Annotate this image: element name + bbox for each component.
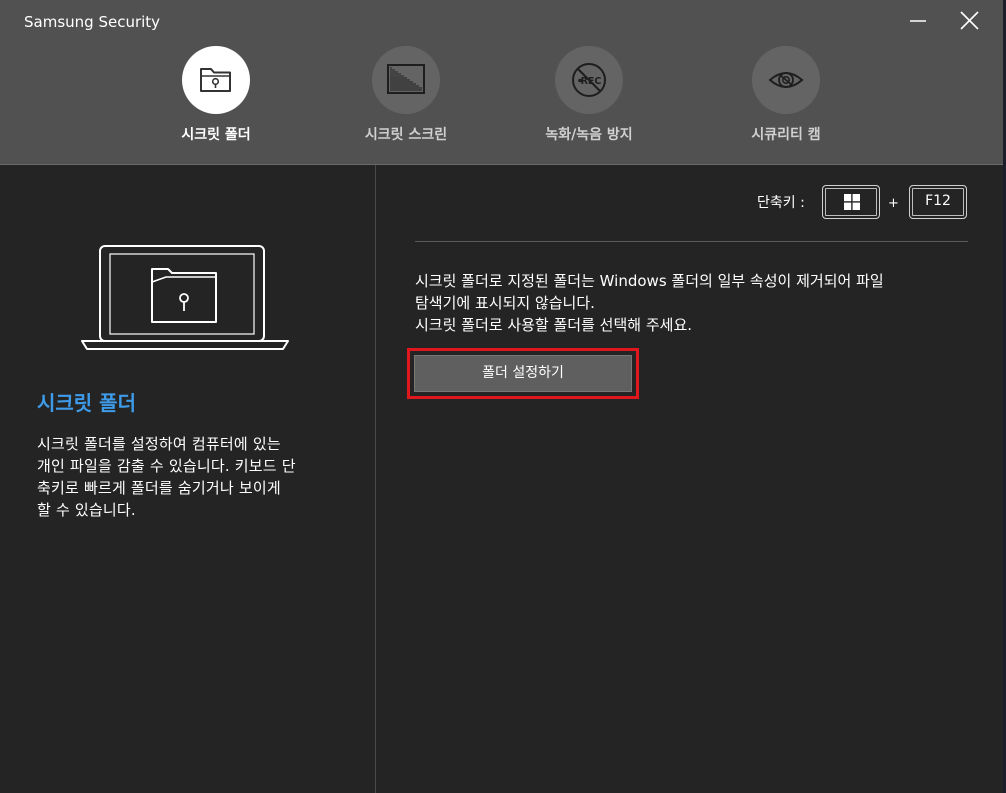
- minimize-icon: [910, 20, 926, 22]
- tab-secret-screen[interactable]: 시크릿 스크린: [326, 46, 486, 156]
- plus-sign: +: [888, 196, 899, 211]
- folder-setup-button[interactable]: 폴더 설정하기: [414, 355, 632, 392]
- tab-security-cam[interactable]: 시큐리티 캠: [706, 46, 866, 156]
- vertical-divider: [375, 165, 376, 793]
- tab-label: 시크릿 스크린: [364, 127, 448, 143]
- no-rec-icon: REC: [572, 63, 606, 97]
- feature-title: 시크릿 폴더: [37, 391, 136, 415]
- f12-key-button[interactable]: F12: [909, 185, 967, 219]
- laptop-folder-lock-icon: [81, 245, 289, 350]
- tab-icon-circle: REC: [555, 46, 623, 114]
- horizontal-divider: [415, 241, 968, 242]
- shortcut-label: 단축키 :: [757, 195, 805, 211]
- description-line: 시크릿 폴더를 설정하여 컴퓨터에 있는: [37, 435, 281, 453]
- tab-label: 녹화/녹음 방지: [545, 127, 633, 143]
- close-icon: [960, 11, 979, 30]
- tab-label: 시크릿 폴더: [181, 127, 251, 143]
- samsung-security-window: Samsung Security 시크릿 폴더 시크릿 스크린 REC 녹화/녹…: [0, 0, 1006, 793]
- description-line: 개인 파일을 감출 수 있습니다. 키보드 단: [37, 457, 296, 475]
- info-text: 시크릿 폴더로 지정된 폴더는 Windows 폴더의 일부 속성이 제거되어 …: [415, 270, 975, 336]
- windows-logo-icon: [844, 194, 860, 210]
- tab-icon-circle: [752, 46, 820, 114]
- minimize-button[interactable]: [902, 6, 936, 36]
- info-line: 탐색기에 표시되지 않습니다.: [415, 294, 595, 312]
- tab-secret-folder[interactable]: 시크릿 폴더: [136, 46, 296, 156]
- screen-icon: [387, 64, 425, 94]
- app-title: Samsung Security: [24, 13, 161, 31]
- close-button[interactable]: [953, 6, 987, 36]
- svg-text:REC: REC: [581, 76, 602, 87]
- eye-icon: [768, 72, 804, 88]
- tab-label: 시큐리티 캠: [751, 127, 821, 143]
- tab-icon-circle: [182, 46, 250, 114]
- info-line: 시크릿 폴더로 사용할 폴더를 선택해 주세요.: [415, 316, 693, 334]
- description-line: 축키로 빠르게 폴더를 숨기거나 보이게: [37, 479, 281, 497]
- left-panel: 시크릿 폴더 시크릿 폴더를 설정하여 컴퓨터에 있는 개인 파일을 감출 수 …: [0, 165, 375, 793]
- feature-description: 시크릿 폴더를 설정하여 컴퓨터에 있는 개인 파일을 감출 수 있습니다. 키…: [37, 433, 337, 521]
- tab-record-prevention[interactable]: REC 녹화/녹음 방지: [509, 46, 669, 156]
- header: Samsung Security 시크릿 폴더 시크릿 스크린 REC 녹화/녹…: [0, 0, 1003, 165]
- windows-key-button[interactable]: [822, 185, 880, 219]
- tab-icon-circle: [372, 46, 440, 114]
- description-line: 할 수 있습니다.: [37, 501, 136, 519]
- folder-lock-icon: [200, 68, 231, 92]
- info-line: 시크릿 폴더로 지정된 폴더는 Windows 폴더의 일부 속성이 제거되어 …: [415, 272, 884, 290]
